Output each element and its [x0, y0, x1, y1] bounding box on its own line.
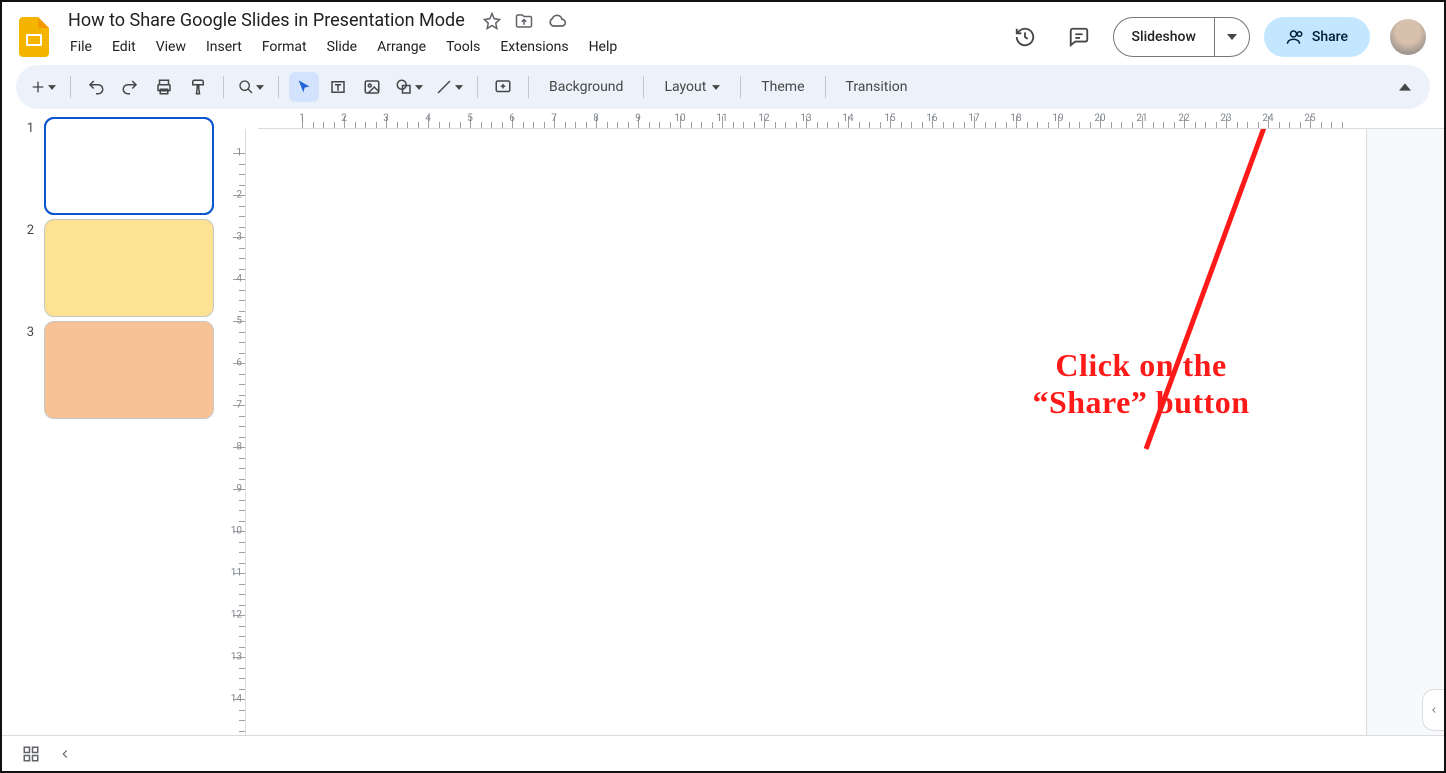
- prev-slide-icon[interactable]: [58, 747, 72, 761]
- horizontal-ruler[interactable]: 1234567891011121314151617181920212223242…: [258, 109, 1444, 129]
- menu-help[interactable]: Help: [581, 35, 626, 59]
- background-button[interactable]: Background: [539, 72, 633, 102]
- shape-tool[interactable]: [391, 72, 427, 102]
- menu-arrange[interactable]: Arrange: [369, 35, 434, 59]
- vertical-ruler[interactable]: 1234567891011121314: [226, 129, 246, 735]
- transition-button[interactable]: Transition: [836, 72, 918, 102]
- slide-thumb[interactable]: 2: [20, 219, 216, 317]
- move-icon[interactable]: [515, 12, 533, 30]
- slideshow-options-button[interactable]: [1215, 18, 1249, 56]
- paint-format-button[interactable]: [183, 72, 213, 102]
- new-slide-button[interactable]: [26, 72, 60, 102]
- collapse-toolbar-button[interactable]: [1390, 72, 1420, 102]
- thumb-preview[interactable]: [44, 321, 214, 419]
- menubar: File Edit View Insert Format Slide Arran…: [62, 33, 995, 65]
- zoom-button[interactable]: [234, 72, 268, 102]
- thumb-number: 2: [20, 219, 34, 238]
- thumb-number: 1: [20, 117, 34, 136]
- menu-slide[interactable]: Slide: [319, 35, 365, 59]
- menu-edit[interactable]: Edit: [104, 35, 144, 59]
- share-button[interactable]: Share: [1264, 17, 1370, 57]
- doc-title[interactable]: How to Share Google Slides in Presentati…: [62, 8, 471, 33]
- slide-panel: 1 2 3: [2, 109, 226, 735]
- slide-thumb[interactable]: 3: [20, 321, 216, 419]
- slides-logo[interactable]: [16, 19, 52, 55]
- bottombar: [2, 735, 1444, 771]
- slide-thumb[interactable]: 1: [20, 117, 216, 215]
- account-avatar[interactable]: [1390, 19, 1426, 55]
- canvas-viewport[interactable]: Click on the “Share” button: [246, 129, 1444, 735]
- history-icon[interactable]: [1005, 17, 1045, 57]
- menu-extensions[interactable]: Extensions: [492, 35, 576, 59]
- select-tool[interactable]: [289, 72, 319, 102]
- thumb-number: 3: [20, 321, 34, 340]
- thumb-preview[interactable]: [44, 219, 214, 317]
- star-icon[interactable]: [483, 12, 501, 30]
- menu-format[interactable]: Format: [254, 35, 315, 59]
- share-label: Share: [1312, 29, 1348, 45]
- print-button[interactable]: [149, 72, 179, 102]
- textbox-tool[interactable]: [323, 72, 353, 102]
- slide-canvas[interactable]: [246, 129, 1366, 735]
- add-comment-button[interactable]: [488, 72, 518, 102]
- side-panel-toggle[interactable]: [1422, 689, 1444, 731]
- theme-button[interactable]: Theme: [751, 72, 814, 102]
- image-tool[interactable]: [357, 72, 387, 102]
- menu-insert[interactable]: Insert: [198, 35, 250, 59]
- toolbar: Background Layout Theme Transition: [16, 65, 1430, 109]
- redo-button[interactable]: [115, 72, 145, 102]
- person-add-icon: [1286, 28, 1304, 46]
- thumb-preview[interactable]: [44, 117, 214, 215]
- comment-icon[interactable]: [1059, 17, 1099, 57]
- slideshow-button[interactable]: Slideshow: [1114, 18, 1215, 56]
- menu-tools[interactable]: Tools: [438, 35, 488, 59]
- cloud-status-icon[interactable]: [547, 12, 567, 30]
- menu-view[interactable]: View: [148, 35, 194, 59]
- line-tool[interactable]: [431, 72, 467, 102]
- slideshow-label: Slideshow: [1132, 29, 1196, 45]
- undo-button[interactable]: [81, 72, 111, 102]
- layout-button[interactable]: Layout: [654, 72, 730, 102]
- grid-view-icon[interactable]: [22, 745, 40, 763]
- menu-file[interactable]: File: [62, 35, 100, 59]
